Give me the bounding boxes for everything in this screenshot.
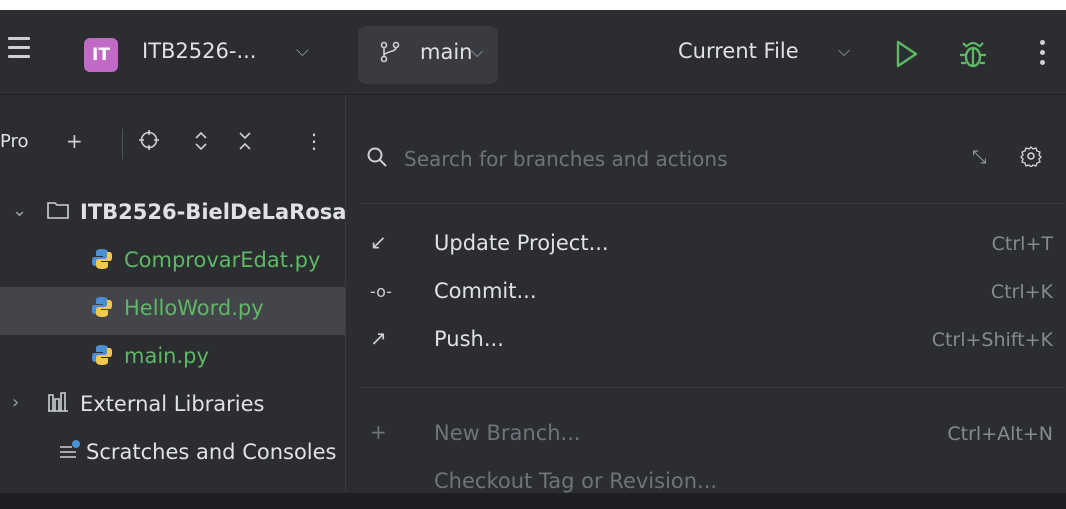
tree-item-file[interactable]: main.py [0, 335, 345, 383]
collapse-arrow-icon[interactable]: ⤡ [972, 147, 986, 168]
library-icon [46, 391, 70, 418]
python-file-icon [90, 295, 114, 324]
action-label: Commit... [434, 279, 537, 303]
git-branches-popup: ⤡ ↙ Update Project... Ctrl+T -o- Commit.… [345, 95, 1066, 493]
push-action[interactable]: ↗ Push... Ctrl+Shift+K [346, 319, 1066, 367]
tree-item-project-root[interactable]: ⌄ ITB2526-BielDeLaRosa [0, 191, 345, 239]
project-name[interactable]: ITB2526-... [142, 39, 256, 63]
tree-item-label: main.py [124, 344, 209, 368]
branch-widget[interactable]: main ⌵ [358, 26, 498, 84]
python-file-icon [90, 343, 114, 372]
project-badge[interactable]: IT [84, 38, 118, 72]
push-icon: ↗ [370, 326, 387, 350]
action-shortcut: Ctrl+T [991, 233, 1053, 255]
tool-options-icon[interactable]: ⋮ [304, 129, 324, 153]
git-branch-icon [378, 40, 402, 70]
tree-item-label: External Libraries [80, 392, 265, 416]
action-label: Checkout Tag or Revision... [434, 469, 718, 493]
tree-item-label: HelloWord.py [124, 296, 264, 320]
commit-icon: -o- [370, 282, 392, 301]
action-label: Update Project... [434, 231, 609, 255]
main-menu-icon[interactable] [8, 37, 30, 63]
update-icon: ↙ [370, 230, 387, 254]
chevron-down-icon[interactable]: ⌄ [12, 200, 27, 221]
branch-search-input[interactable] [402, 143, 966, 175]
title-bar: IT ITB2526-... ⌵ main ⌵ Current File ⌵ [0, 10, 1066, 95]
tool-window-title[interactable]: Project [0, 131, 28, 152]
expand-all-icon[interactable] [192, 129, 210, 158]
tree-item-scratches[interactable]: Scratches and Consoles [0, 431, 345, 479]
new-branch-action[interactable]: + New Branch... Ctrl+Alt+N [346, 413, 1066, 461]
tree-item-file-selected[interactable]: HelloWord.py [0, 287, 345, 335]
action-shortcut: Ctrl+Alt+N [947, 423, 1053, 445]
action-label: New Branch... [434, 421, 581, 445]
action-shortcut: Ctrl+K [990, 281, 1053, 303]
run-configuration-selector[interactable]: Current File [678, 39, 799, 63]
window-top-edge [0, 0, 1066, 10]
tree-item-label: ITB2526-BielDeLaRosa [80, 200, 345, 224]
update-project-action[interactable]: ↙ Update Project... Ctrl+T [346, 223, 1066, 271]
action-label: Push... [434, 327, 504, 351]
debug-bug-icon[interactable] [958, 38, 988, 74]
run-icon[interactable] [894, 39, 920, 73]
popup-divider [360, 387, 1065, 388]
locate-crosshair-icon[interactable] [138, 129, 160, 156]
project-tool-header: Project + ⋮ [0, 95, 345, 177]
folder-icon [46, 199, 70, 226]
tree-item-label: ComprovarEdat.py [124, 248, 321, 272]
gear-icon[interactable] [1020, 145, 1042, 171]
popup-divider [360, 203, 1065, 204]
toolbar-divider [122, 129, 123, 159]
chevron-right-icon[interactable]: › [12, 392, 19, 413]
search-icon [366, 146, 388, 172]
scratches-icon [58, 439, 82, 466]
branch-chevron-down-icon: ⌵ [471, 42, 484, 61]
tree-item-file[interactable]: ComprovarEdat.py [0, 239, 345, 287]
checkout-tag-action[interactable]: Checkout Tag or Revision... [346, 461, 1066, 509]
new-file-plus-icon[interactable]: + [66, 129, 83, 153]
run-config-chevron-down-icon[interactable]: ⌵ [838, 41, 850, 61]
commit-action[interactable]: -o- Commit... Ctrl+K [346, 271, 1066, 319]
action-shortcut: Ctrl+Shift+K [931, 329, 1053, 351]
branch-name: main [420, 40, 473, 64]
collapse-all-icon[interactable] [236, 129, 254, 158]
project-chevron-down-icon[interactable]: ⌵ [296, 41, 309, 61]
project-tool-window: Project + ⋮ ⌄ ITB2526-BielDeLaRosa Compr… [0, 95, 345, 493]
python-file-icon [90, 247, 114, 276]
tree-item-external-libraries[interactable]: › External Libraries [0, 383, 345, 431]
more-options-icon[interactable] [1040, 40, 1046, 70]
tree-item-label: Scratches and Consoles [86, 440, 337, 464]
plus-icon: + [370, 420, 387, 444]
